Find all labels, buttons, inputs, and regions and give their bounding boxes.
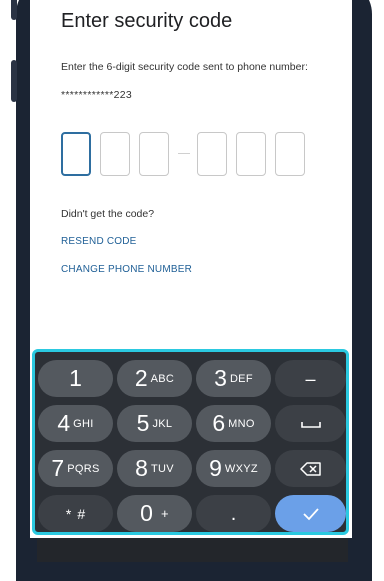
key-star-hash[interactable]: * # [38,495,113,532]
key-6[interactable]: 6 MNO [196,405,271,442]
key-backspace[interactable] [275,450,346,487]
key-7[interactable]: 7 PQRS [38,450,113,487]
instruction-text: Enter the 6-digit security code sent to … [61,61,308,73]
code-digit-2[interactable] [100,132,130,176]
key-period[interactable]: . [196,495,271,532]
key-done[interactable] [275,495,346,532]
key-4[interactable]: 4 GHI [38,405,113,442]
page-title: Enter security code [61,10,233,32]
resend-code-link[interactable]: RESEND CODE [61,236,137,247]
key-9[interactable]: 9 WXYZ [196,450,271,487]
backspace-icon [299,461,321,476]
checkmark-icon [302,507,319,520]
phone-side-button [11,0,17,20]
key-5[interactable]: 5 JKL [117,405,192,442]
key-1[interactable]: 1 [38,360,113,397]
code-digit-3[interactable] [139,132,169,176]
key-3[interactable]: 3 DEF [196,360,271,397]
key-space[interactable] [275,405,346,442]
key-8[interactable]: 8 TUV [117,450,192,487]
code-digit-5[interactable] [236,132,266,176]
numeric-keypad: 1 2 ABC 3 DEF – 4 GHI 5 JKL 6 MNO 7 PQRS… [32,349,349,535]
didnt-get-code-text: Didn't get the code? [61,208,155,220]
phone-side-button [11,60,17,102]
key-2[interactable]: 2 ABC [117,360,192,397]
keyboard-bottom-strip [37,538,348,562]
code-separator [178,153,190,154]
masked-phone-number: ************223 [61,89,133,101]
code-digit-1[interactable] [61,132,91,176]
space-icon [300,421,321,428]
code-digit-6[interactable] [275,132,305,176]
key-0[interactable]: 0 + [117,495,192,532]
key-minus[interactable]: – [275,360,346,397]
code-digit-4[interactable] [197,132,227,176]
change-phone-number-link[interactable]: CHANGE PHONE NUMBER [61,264,192,275]
